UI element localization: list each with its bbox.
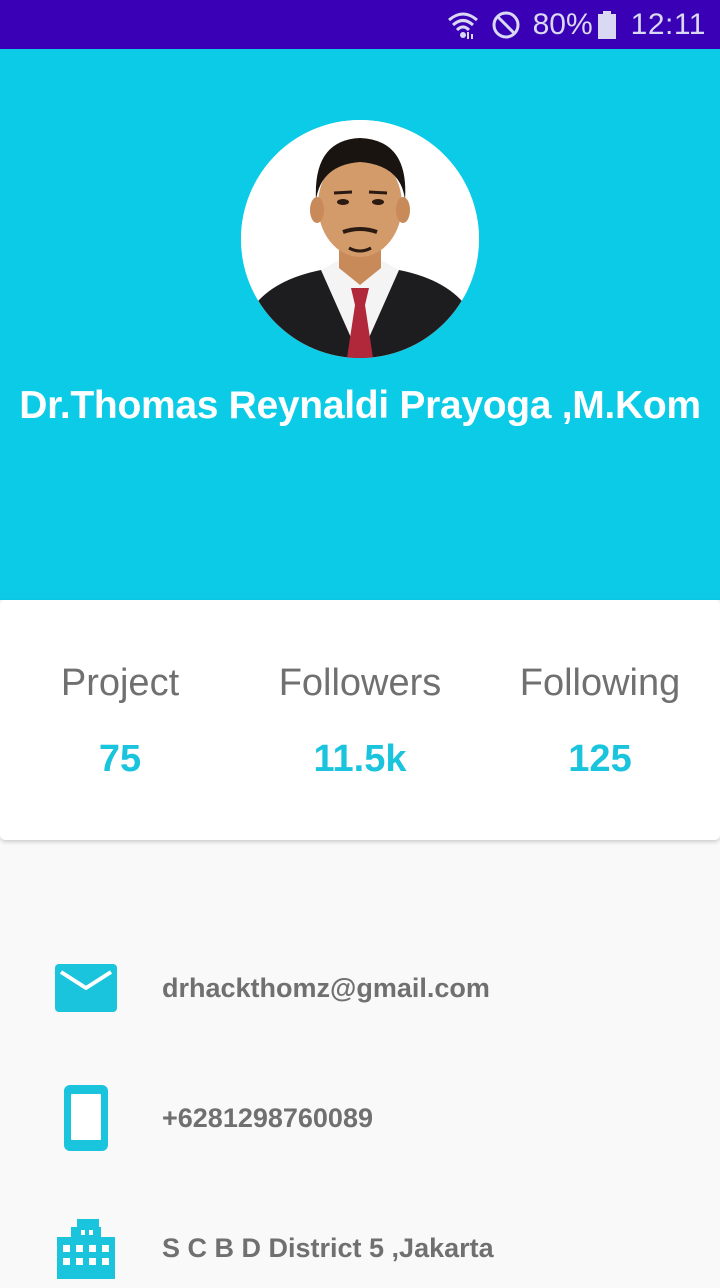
battery-icon <box>597 10 617 40</box>
address-text: S C B D District 5 ,Jakarta <box>162 1233 494 1263</box>
stats-card: Project 75 Followers 11.5k Following 125 <box>0 600 720 840</box>
stat-project[interactable]: Project 75 <box>0 600 240 840</box>
stat-followers[interactable]: Followers 11.5k <box>240 600 480 840</box>
status-bar: 80% 12:11 <box>0 0 720 49</box>
profile-header: Dr.Thomas Reynaldi Prayoga ,M.Kom <box>0 49 720 600</box>
email-row[interactable]: drhackthomz@gmail.com <box>0 948 720 1028</box>
stat-following[interactable]: Following 125 <box>480 600 720 840</box>
building-icon <box>55 1208 117 1288</box>
phone-text: +6281298760089 <box>162 1103 373 1133</box>
profile-name: Dr.Thomas Reynaldi Prayoga ,M.Kom <box>19 384 701 427</box>
phone-icon <box>55 1078 117 1158</box>
address-row[interactable]: S C B D District 5 ,Jakarta <box>0 1208 720 1288</box>
stat-label: Project <box>60 662 180 704</box>
stat-label: Followers <box>278 662 442 704</box>
avatar[interactable] <box>241 120 479 358</box>
wifi-icon <box>447 10 479 40</box>
email-text: drhackthomz@gmail.com <box>162 973 490 1003</box>
stat-value: 75 <box>98 738 142 780</box>
battery-percent: 80% <box>532 7 593 41</box>
stat-value: 125 <box>568 738 632 780</box>
status-time: 12:11 <box>630 7 706 41</box>
stat-value: 11.5k <box>313 738 407 780</box>
email-icon <box>55 948 117 1028</box>
stat-label: Following <box>519 662 681 704</box>
phone-row[interactable]: +6281298760089 <box>0 1078 720 1158</box>
do-not-disturb-icon <box>491 10 521 40</box>
